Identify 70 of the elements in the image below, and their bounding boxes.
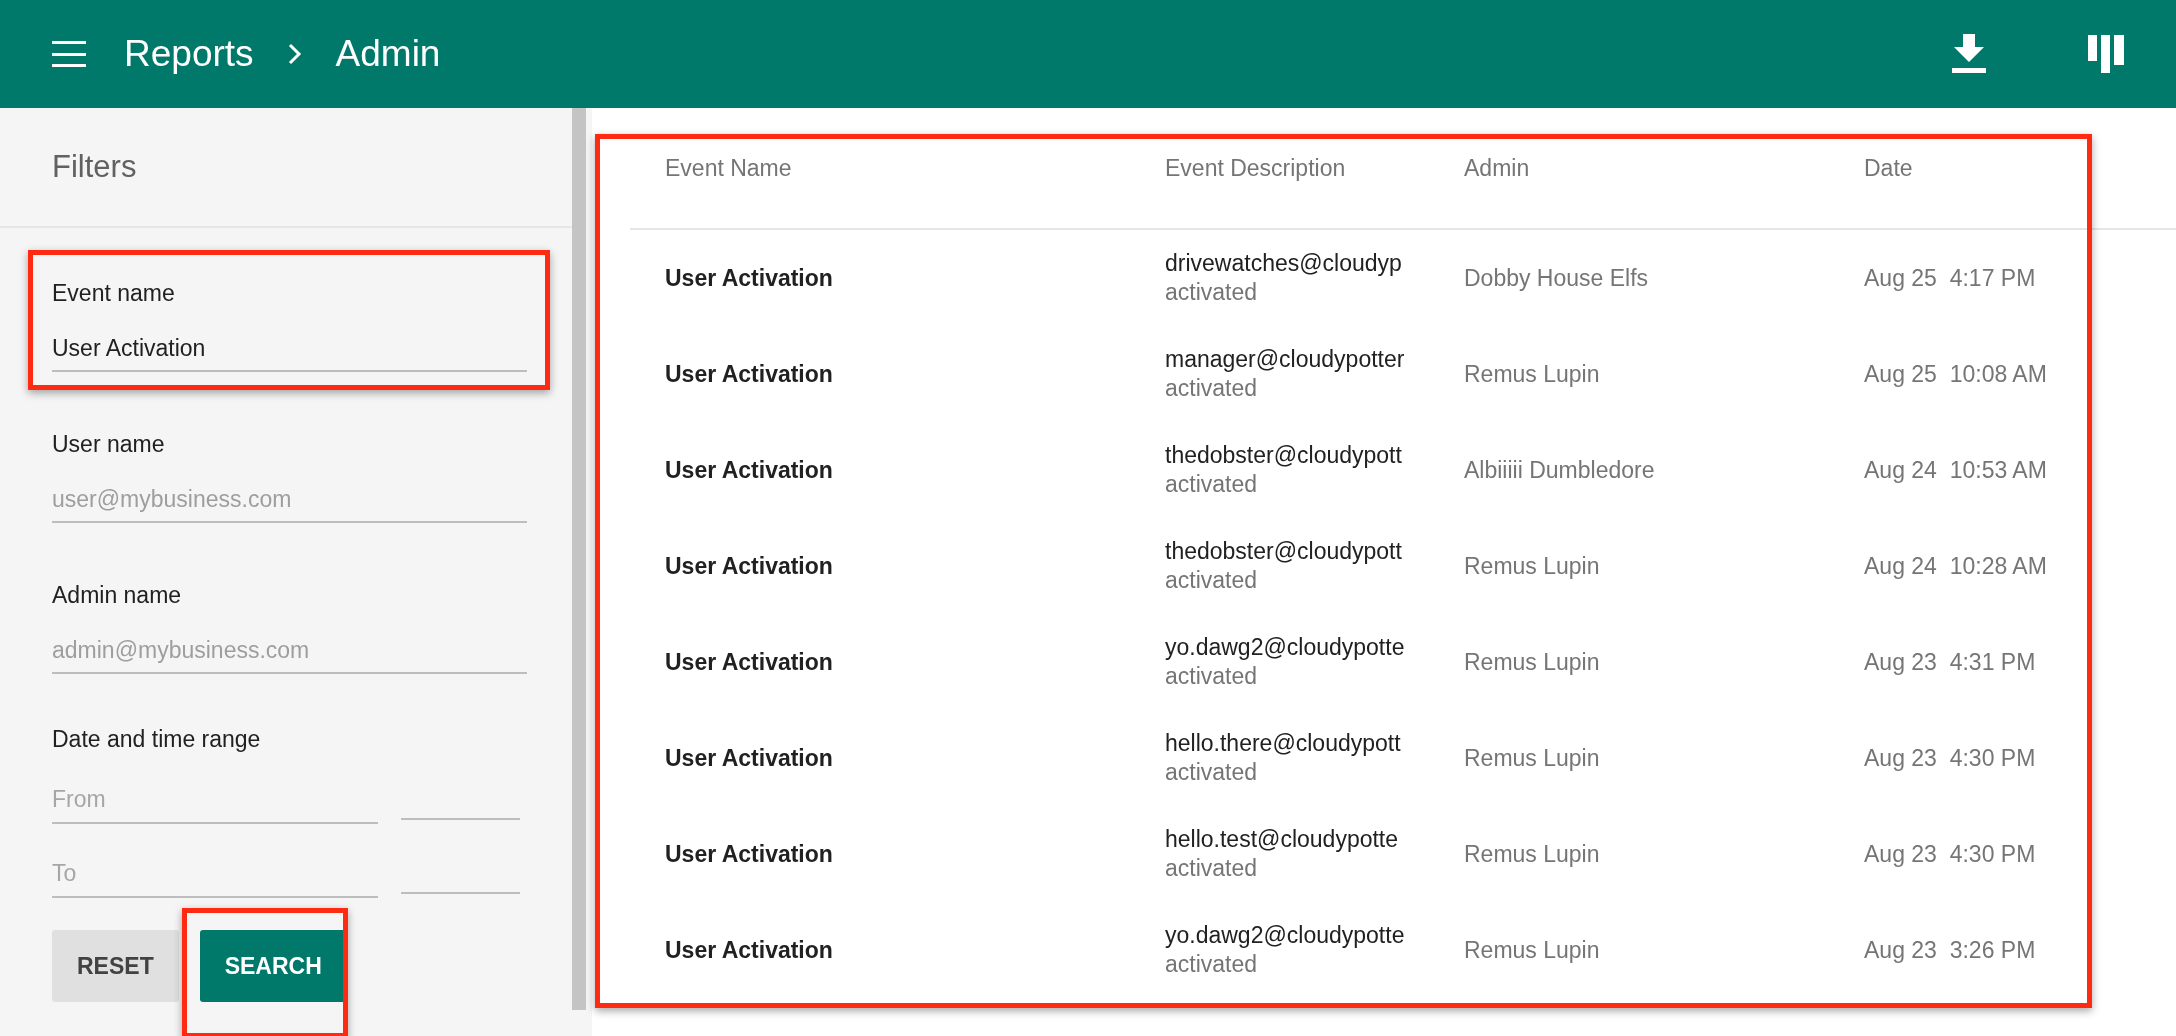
event-status: activated — [1165, 374, 1259, 403]
event-name: User Activation — [665, 936, 833, 963]
event-name: User Activation — [665, 360, 833, 387]
field-label: Date and time range — [52, 725, 262, 754]
event-status: activated — [1165, 566, 1259, 595]
chevron-right-icon — [287, 43, 302, 65]
event-status: activated — [1165, 854, 1259, 883]
admin-name: Remus Lupin — [1464, 552, 1600, 579]
from-date-field[interactable]: From — [52, 776, 378, 824]
text-field[interactable]: admin@mybusiness.com — [52, 628, 527, 674]
admin-name: Remus Lupin — [1464, 648, 1600, 675]
event-name: User Activation — [665, 456, 833, 483]
column-header: Event Name — [665, 154, 792, 181]
event-description: hello.there@cloudypott — [1165, 729, 1402, 758]
bar-chart-icon[interactable] — [2088, 35, 2124, 73]
event-date: Aug 23 4:31 PM — [1864, 648, 2036, 675]
admin-name: Remus Lupin — [1464, 744, 1600, 771]
admin-name: Remus Lupin — [1464, 840, 1600, 867]
table-row[interactable]: User Activation hello.there@cloudypott activated Remus Lupin Aug 23 4:30 PM — [630, 710, 2176, 806]
event-status: activated — [1165, 470, 1259, 499]
event-date: Aug 23 4:30 PM — [1864, 744, 2036, 771]
event-date: Aug 23 3:26 PM — [1864, 936, 2036, 963]
admin-name: Albiiiii Dumbledore — [1464, 456, 1655, 483]
event-status: activated — [1165, 758, 1259, 787]
admin-name: Dobby House Elfs — [1464, 264, 1649, 291]
event-description: yo.dawg2@cloudypotte — [1165, 633, 1406, 662]
column-header: Event Description — [1165, 154, 1346, 181]
text-field[interactable]: user@mybusiness.com — [52, 477, 527, 523]
event-status: activated — [1165, 278, 1259, 307]
text-field[interactable]: User Activation — [52, 326, 527, 372]
admin-name: Remus Lupin — [1464, 936, 1600, 963]
event-date: Aug 24 10:53 AM — [1864, 456, 2047, 483]
field-label: Admin name — [52, 581, 183, 610]
admin-name: Remus Lupin — [1464, 360, 1600, 387]
event-description: drivewatches@cloudyp — [1165, 249, 1403, 278]
event-name: User Activation — [665, 264, 833, 291]
table-row[interactable]: User Activation thedobster@cloudypott activated Remus Lupin Aug 24 10:28 AM — [630, 518, 2176, 614]
table-row[interactable]: User Activation thedobster@cloudypott activated Albiiiii Dumbledore Aug 24 10:53 AM — [630, 422, 2176, 518]
event-date: Aug 25 4:17 PM — [1864, 264, 2036, 291]
breadcrumb-item: Admin — [335, 32, 441, 77]
event-description: thedobster@cloudypott — [1165, 537, 1403, 566]
table-row[interactable]: User Activation manager@cloudypotter activated Remus Lupin Aug 25 10:08 AM — [630, 326, 2176, 422]
event-date: Aug 25 10:08 AM — [1864, 360, 2047, 387]
event-description: yo.dawg2@cloudypotte — [1165, 921, 1406, 950]
event-status: activated — [1165, 950, 1259, 979]
event-date: Aug 23 4:30 PM — [1864, 840, 2036, 867]
event-name: User Activation — [665, 744, 833, 771]
to-date-field[interactable]: To — [52, 850, 378, 898]
table-row[interactable]: User Activation yo.dawg2@cloudypotte activated Remus Lupin Aug 23 3:26 PM — [630, 902, 2176, 998]
event-description: thedobster@cloudypott — [1165, 441, 1403, 470]
event-status: activated — [1165, 662, 1259, 691]
event-description: hello.test@cloudypotte — [1165, 825, 1400, 854]
event-name: User Activation — [665, 648, 833, 675]
table-row[interactable]: User Activation hello.test@cloudypotte activated Remus Lupin Aug 23 4:30 PM — [630, 806, 2176, 902]
field-label: User name — [52, 430, 166, 459]
reset-button[interactable]: RESET — [52, 930, 179, 1002]
event-date: Aug 24 10:28 AM — [1864, 552, 2047, 579]
field-label: Event name — [52, 279, 176, 308]
event-name: User Activation — [665, 840, 833, 867]
download-icon[interactable] — [1952, 34, 1986, 74]
event-description: manager@cloudypotter — [1165, 345, 1406, 374]
column-header: Admin — [1464, 154, 1530, 181]
breadcrumb-item[interactable]: Reports — [124, 26, 254, 82]
column-header: Date — [1864, 154, 1913, 181]
table-row[interactable]: User Activation drivewatches@cloudyp activated Dobby House Elfs Aug 25 4:17 PM — [630, 230, 2176, 326]
event-name: User Activation — [665, 552, 833, 579]
scrollbar[interactable] — [572, 108, 586, 1010]
menu-icon[interactable] — [52, 41, 86, 67]
filters-title: Filters — [52, 147, 137, 186]
table-row[interactable]: User Activation yo.dawg2@cloudypotte activated Remus Lupin Aug 23 4:31 PM — [630, 614, 2176, 710]
